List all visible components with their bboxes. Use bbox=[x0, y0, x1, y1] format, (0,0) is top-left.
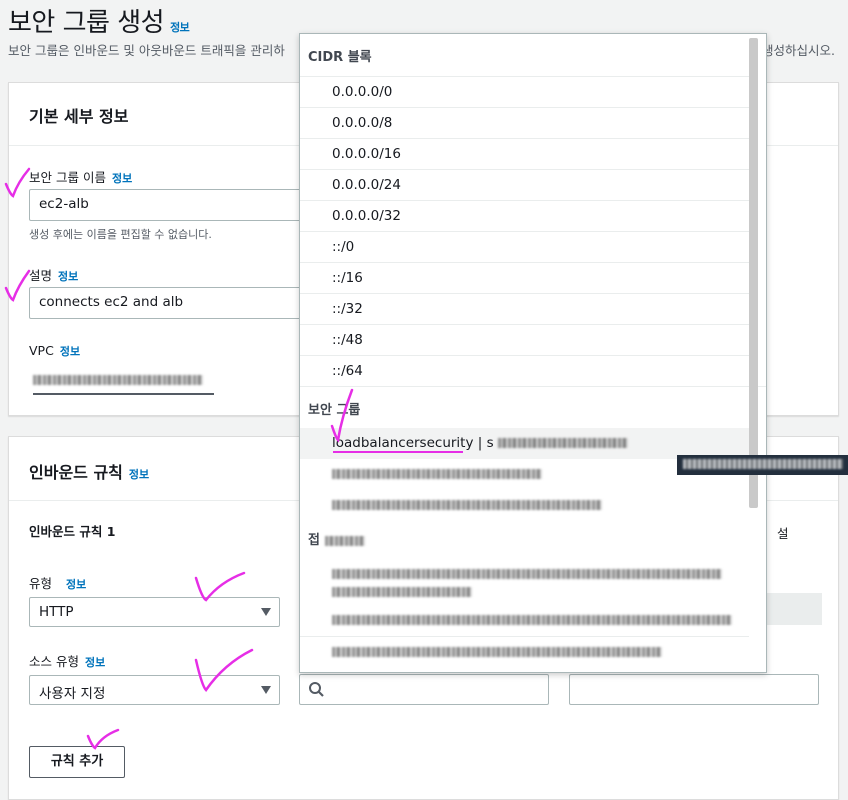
type-select-value: HTTP bbox=[39, 604, 74, 620]
description-info-link[interactable]: 정보 bbox=[58, 270, 78, 283]
source-dropdown: CIDR 블록 0.0.0.0/0 0.0.0.0/8 0.0.0.0/16 0.0.… bbox=[299, 33, 767, 673]
cidr-item[interactable]: ::/48 bbox=[300, 324, 749, 355]
description-input[interactable]: connects ec2 and alb bbox=[29, 287, 329, 319]
sg-name-label: 보안 그룹 이름 정보 bbox=[29, 167, 132, 186]
vpc-select[interactable] bbox=[33, 365, 214, 395]
highlight-underline bbox=[333, 451, 463, 453]
prefix-item[interactable] bbox=[300, 636, 749, 667]
inbound-rule-title: 인바운드 규칙 1 bbox=[29, 524, 116, 539]
source-search-input[interactable] bbox=[299, 674, 549, 705]
page-title-text: 보안 그룹 생성 bbox=[8, 8, 165, 38]
sg-name-info-link[interactable]: 정보 bbox=[112, 172, 132, 185]
chevron-down-icon bbox=[261, 608, 271, 616]
sg-item-sep: | s bbox=[477, 435, 494, 451]
sg-name-hint: 생성 후에는 이름을 편집할 수 없습니다. bbox=[29, 228, 212, 241]
tooltip-redacted bbox=[683, 459, 843, 469]
cidr-item[interactable]: 0.0.0.0/0 bbox=[300, 76, 749, 107]
sg-item-name: loadbalancersecurity bbox=[332, 435, 474, 451]
inbound-rules-header-text: 인바운드 규칙 bbox=[29, 463, 123, 482]
cidr-item[interactable]: 0.0.0.0/8 bbox=[300, 107, 749, 138]
inbound-info-link[interactable]: 정보 bbox=[129, 468, 149, 481]
search-icon bbox=[309, 682, 324, 697]
page-description: 보안 그룹은 인바운드 및 아웃바운드 트래픽을 관리하 bbox=[8, 43, 285, 58]
sg-item-tooltip bbox=[677, 455, 848, 475]
sg-item[interactable] bbox=[300, 490, 749, 521]
source-type-select-value: 사용자 지정 bbox=[39, 686, 106, 702]
prefix-item-redacted bbox=[332, 569, 722, 579]
cidr-item[interactable]: 0.0.0.0/32 bbox=[300, 200, 749, 231]
add-rule-button[interactable]: 규칙 추가 bbox=[29, 746, 125, 778]
cidr-group-header: CIDR 블록 bbox=[308, 50, 372, 65]
prefix-item-redacted bbox=[332, 647, 662, 657]
source-type-label-text: 소스 유형 bbox=[29, 654, 79, 669]
cidr-item[interactable]: ::/16 bbox=[300, 262, 749, 293]
prefix-group-redacted bbox=[324, 535, 365, 546]
cidr-item[interactable]: ::/32 bbox=[300, 293, 749, 324]
inbound-rules-header: 인바운드 규칙 정보 bbox=[9, 459, 169, 483]
basic-details-header: 기본 세부 정보 bbox=[29, 107, 129, 126]
sg-group-header: 보안 그룹 bbox=[300, 386, 766, 428]
prefix-group-header: 접 bbox=[300, 521, 766, 561]
prefix-group-header-text: 접 bbox=[308, 533, 320, 548]
title-info-link[interactable]: 정보 bbox=[170, 21, 190, 34]
sg-item-redacted bbox=[332, 500, 602, 510]
prefix-item[interactable] bbox=[300, 605, 749, 636]
prefix-item[interactable] bbox=[300, 561, 749, 605]
source-type-label: 소스 유형 정보 bbox=[29, 651, 105, 670]
description-label-text: 설명 bbox=[29, 268, 53, 283]
sg-name-label-text: 보안 그룹 이름 bbox=[29, 170, 106, 185]
sg-item-id-redacted bbox=[497, 438, 628, 448]
type-label: 유형 정보 bbox=[29, 573, 86, 592]
sg-name-input[interactable]: ec2-alb bbox=[29, 189, 329, 221]
chevron-down-icon bbox=[261, 686, 271, 694]
rule-description-input[interactable] bbox=[569, 674, 819, 705]
sg-item-redacted bbox=[332, 469, 542, 479]
right-col-label: 설 bbox=[777, 526, 789, 541]
source-type-select[interactable]: 사용자 지정 bbox=[29, 675, 280, 705]
cidr-list: 0.0.0.0/0 0.0.0.0/8 0.0.0.0/16 0.0.0.0/24 0.… bbox=[300, 76, 766, 386]
prefix-item-redacted bbox=[332, 587, 472, 597]
description-label: 설명 정보 bbox=[29, 265, 78, 284]
page-description-tail: 생성하십시오. bbox=[762, 43, 835, 58]
prefix-item-redacted bbox=[332, 615, 732, 625]
type-label-text: 유형 bbox=[29, 576, 53, 591]
vpc-label: VPC 정보 bbox=[29, 343, 80, 359]
type-info-link[interactable]: 정보 bbox=[66, 578, 86, 591]
page-title: 보안 그룹 생성 정보 bbox=[8, 2, 190, 39]
vpc-label-text: VPC bbox=[29, 343, 54, 358]
cidr-item[interactable]: 0.0.0.0/16 bbox=[300, 138, 749, 169]
type-select[interactable]: HTTP bbox=[29, 597, 280, 627]
cidr-item[interactable]: 0.0.0.0/24 bbox=[300, 169, 749, 200]
vpc-info-link[interactable]: 정보 bbox=[60, 345, 80, 358]
dropdown-scrollbar[interactable] bbox=[749, 38, 758, 508]
vpc-value-redacted bbox=[33, 374, 203, 385]
source-type-info-link[interactable]: 정보 bbox=[85, 656, 105, 669]
right-col-field bbox=[764, 593, 822, 625]
cidr-item[interactable]: ::/0 bbox=[300, 231, 749, 262]
cidr-item[interactable]: ::/64 bbox=[300, 355, 749, 386]
